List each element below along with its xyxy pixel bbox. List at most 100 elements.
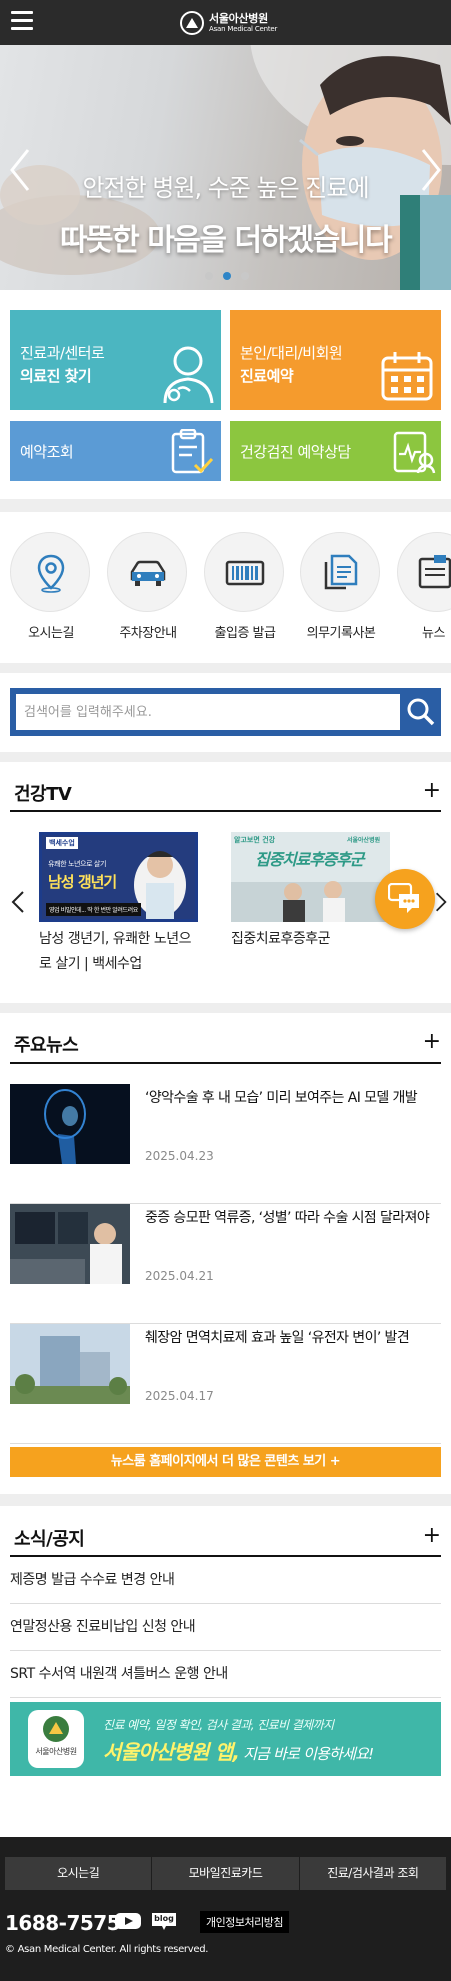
news-date: 2025.04.21 [145,1269,214,1283]
tv-caption-2[interactable]: 집중치료후증후군 [231,927,331,952]
shortcut-directions[interactable]: 오시는길 [10,532,92,641]
tv-next-arrow-icon[interactable] [434,890,448,914]
banner-next-arrow-icon[interactable] [415,145,445,195]
logo-korean: 서울아산병원 [209,12,268,25]
news-thumbnail [10,1324,130,1404]
app-download-banner[interactable]: 서울아산병원 진료 예약, 일정 확인, 검사 결과, 진료비 결제까지 서울아… [10,1702,441,1776]
app-logo-icon [43,1716,69,1742]
blog-label: blog [154,1914,174,1923]
banner-dot[interactable] [205,272,213,280]
shortcut-label: 의무기록사본 [306,626,376,641]
footer-link-mobile-card[interactable]: 모바일진료카드 [152,1857,300,1890]
check-reservation-tile[interactable]: 예약조회 [10,421,221,481]
footer-nav: 오시는길 모바일진료카드 진료/검사결과 조회 [5,1857,446,1890]
app-banner-rest: 지금 바로 이용하세요! [239,1745,374,1763]
notice-item[interactable]: 연말정산용 진료비납입 신청 안내 [10,1604,441,1651]
shortcut-records[interactable]: 의무기록사본 [300,532,382,641]
logo-mark-icon [180,11,204,35]
news-item[interactable]: 중증 승모판 역류증, ‘성별’ 따라 수술 시점 달라져야 2025.04.2… [10,1204,441,1324]
search-button[interactable] [400,688,441,736]
blog-link[interactable]: blog [150,1911,178,1931]
news-headline: ‘양악수술 후 내 모습’ 미리 보여주는 AI 모델 개발 [145,1090,418,1106]
banner-subheadline: 따뜻한 마음을 더하겠습니다 [59,223,393,258]
app-banner-headline: 서울아산병원 앱, 지금 바로 이용하세요! [103,1736,374,1765]
reservation-tile[interactable]: 본인/대리/비회원 진료예약 [230,310,441,410]
shortcut-news[interactable]: 뉴스 [397,532,451,641]
menu-icon[interactable] [11,11,33,31]
logo-english: Asan Medical Center [209,25,278,33]
notice-item[interactable]: SRT 수서역 내원객 셔틀버스 운행 안내 [10,1651,441,1698]
calendar-icon [381,352,433,401]
tv-thumb-2-title: 집중치료후증후군 [255,850,364,869]
hero-banner[interactable]: 안전한 병원, 수준 높은 진료에 따뜻한 마음을 더하겠습니다 [0,45,451,290]
banner-dot[interactable] [223,272,231,280]
clipboard-check-icon [171,429,214,474]
app-logo-text: 서울아산병원 [35,1747,77,1756]
reservation-line2: 진료예약 [240,367,294,385]
stethoscope-icon [163,346,214,404]
section-underline [10,810,441,812]
footer-link-results[interactable]: 진료/검사결과 조회 [300,1857,446,1890]
map-pin-icon [37,554,65,593]
section-divider [0,752,451,762]
section-divider [0,499,451,512]
documents-icon [324,554,358,590]
news-headline: 중증 승모판 역류증, ‘성별’ 따라 수술 시점 달라져야 [145,1210,430,1226]
news-date: 2025.04.17 [145,1389,214,1403]
news-item[interactable]: 췌장암 면역치료제 효과 높일 ‘유전자 변이’ 발견 2025.04.17 [10,1324,441,1444]
health-checkup-label: 건강검진 예약상담 [240,443,351,461]
notice-item[interactable]: 제증명 발급 수수료 변경 안내 [10,1557,441,1604]
news-icon [418,555,451,589]
shortcut-pass[interactable]: 출입증 발급 [204,532,286,641]
chat-consult-button[interactable] [375,869,435,929]
chat-bubble-icon [388,883,419,913]
tv-thumbnail-1[interactable]: 백세수업 유쾌한 노년으로 살기 남성 갱년기 영업 비밀인데... 딱 한 번… [39,832,198,922]
news-more-button[interactable]: + [423,1031,441,1053]
footer: 오시는길 모바일진료카드 진료/검사결과 조회 1688-7575 blog 개… [0,1837,451,1981]
news-3-image [10,1324,130,1404]
phone-number[interactable]: 1688-7575 [5,1911,121,1935]
hospital-logo[interactable]: 서울아산병원 Asan Medical Center [180,9,277,37]
footer-link-directions[interactable]: 오시는길 [5,1857,153,1890]
search-bar [10,688,441,736]
section-divider [0,1494,451,1506]
banner-prev-arrow-icon[interactable] [6,145,36,195]
health-tv-more-button[interactable]: + [423,780,441,802]
news-1-image [10,1084,130,1164]
section-underline [10,1062,441,1064]
section-divider [0,663,451,673]
search-icon [407,698,435,726]
shortcut-label: 출입증 발급 [214,626,276,641]
tv-prev-arrow-icon[interactable] [10,890,26,914]
news-date: 2025.04.23 [145,1149,214,1163]
privacy-policy-link[interactable]: 개인정보처리방침 [200,1911,289,1933]
copyright-text: © Asan Medical Center. All rights reserv… [5,1944,209,1955]
news-headline: 췌장암 면역치료제 효과 높일 ‘유전자 변이’ 발견 [145,1330,410,1346]
tv-caption-1[interactable]: 남성 갱년기, 유쾌한 노년으 로 살기 | 백세수업 [39,927,199,977]
notices-more-button[interactable]: + [423,1525,441,1547]
tv-thumb-1-small: 유쾌한 노년으로 살기 [48,860,107,868]
news-2-image [10,1204,130,1284]
find-doctor-line2: 의료진 찾기 [20,367,92,385]
reservation-line1: 본인/대리/비회원 [240,344,343,362]
banner-pagination [205,272,249,280]
newsroom-more-button[interactable]: 뉴스룸 홈페이지에서 더 많은 콘텐츠 보기 + [10,1447,441,1477]
section-divider [0,1003,451,1013]
shortcut-label: 주차장안내 [119,626,177,641]
news-title: 주요뉴스 [14,1035,79,1056]
health-checkup-tile[interactable]: 건강검진 예약상담 [230,421,441,481]
app-banner-subtitle: 진료 예약, 일정 확인, 검사 결과, 진료비 결제까지 [103,1718,334,1732]
tv-thumbnail-2[interactable]: 알고보면 건강 집중치료후증후군 서울아산병원 [231,832,390,922]
find-doctor-tile[interactable]: 진료과/센터로 의료진 찾기 [10,310,221,410]
check-reservation-label: 예약조회 [20,443,74,461]
shortcut-parking[interactable]: 주차장안내 [107,532,189,641]
tv-thumb-1-big: 남성 갱년기 [48,873,117,891]
news-item[interactable]: ‘양악수술 후 내 모습’ 미리 보여주는 AI 모델 개발 2025.04.2… [10,1084,441,1204]
shortcut-label: 오시는길 [28,626,74,641]
banner-dot[interactable] [241,272,249,280]
news-thumbnail [10,1204,130,1284]
shortcut-label: 뉴스 [422,626,445,641]
youtube-icon[interactable] [115,1911,141,1931]
barcode-icon [225,560,265,586]
search-input[interactable] [16,694,400,730]
